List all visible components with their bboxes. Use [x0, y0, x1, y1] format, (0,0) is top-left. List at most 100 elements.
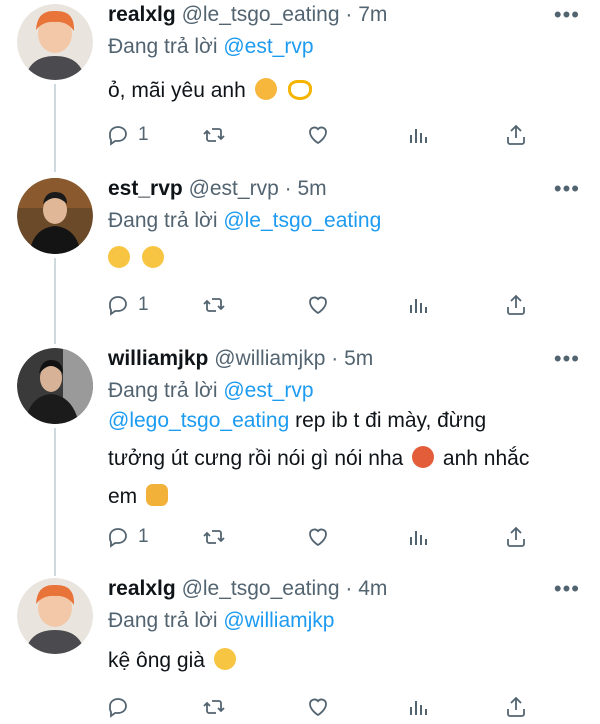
user-handle[interactable]: @williamjkp	[214, 347, 325, 370]
reply-prefix: Đang trả lời	[108, 209, 218, 232]
thread-line	[54, 428, 56, 576]
winking-face-emoji-icon	[141, 246, 164, 268]
like-button[interactable]	[306, 690, 330, 724]
retweet-button[interactable]	[202, 520, 226, 554]
timestamp[interactable]: 7m	[358, 3, 387, 26]
reply-prefix: Đang trả lời	[108, 379, 218, 402]
display-name[interactable]: williamjkp	[108, 347, 208, 370]
reply-prefix: Đang trả lời	[108, 609, 218, 632]
timestamp[interactable]: 5m	[344, 347, 373, 370]
avatar[interactable]	[17, 4, 93, 80]
tweet-header: est_rvp @est_rvp · 5m	[108, 176, 327, 202]
reply-button[interactable]: 1	[106, 118, 149, 152]
like-icon	[309, 126, 327, 145]
retweet-button[interactable]	[202, 118, 226, 152]
reply-mention[interactable]: @williamjkp	[223, 609, 334, 632]
tweet-header: realxlg @le_tsgo_eating · 7m	[108, 2, 387, 28]
separator: ·	[284, 177, 292, 200]
user-handle[interactable]: @est_rvp	[189, 177, 279, 200]
share-button[interactable]	[504, 288, 528, 322]
thread-line	[54, 258, 56, 344]
heart-hands-emoji-icon	[288, 80, 313, 100]
reply-icon	[109, 296, 127, 316]
more-icon[interactable]: •••	[554, 2, 580, 28]
reply-mention[interactable]: @est_rvp	[223, 379, 313, 402]
reply-button[interactable]	[106, 690, 130, 724]
share-button[interactable]	[504, 118, 528, 152]
tweet-2[interactable]: est_rvp @est_rvp · 5m ••• Đang trả lời @…	[0, 174, 600, 344]
like-button[interactable]	[306, 118, 330, 152]
cat-face-emoji-icon	[254, 78, 277, 100]
like-button[interactable]	[306, 288, 330, 322]
views-icon	[410, 701, 427, 715]
tweet-text: ỏ, mãi yêu anh	[108, 72, 578, 110]
action-bar: 1	[106, 288, 536, 322]
reply-mention[interactable]: @est_rvp	[223, 35, 313, 58]
more-icon[interactable]: •••	[554, 576, 580, 602]
views-icon	[410, 129, 427, 143]
like-button[interactable]	[306, 520, 330, 554]
timestamp[interactable]: 4m	[358, 577, 387, 600]
reply-icon	[109, 528, 127, 548]
views-button[interactable]	[406, 288, 430, 322]
reply-prefix: Đang trả lời	[108, 35, 218, 58]
retweet-icon	[203, 530, 225, 544]
views-icon	[410, 299, 427, 313]
reply-icon	[109, 698, 127, 718]
tweet-1[interactable]: realxlg @le_tsgo_eating · 7m ••• Đang tr…	[0, 0, 600, 172]
display-name[interactable]: est_rvp	[108, 177, 183, 200]
share-button[interactable]	[504, 520, 528, 554]
action-bar: 1	[106, 520, 536, 554]
replying-to: Đang trả lời @le_tsgo_eating	[108, 208, 381, 234]
display-name[interactable]: realxlg	[108, 3, 176, 26]
reply-mention[interactable]: @le_tsgo_eating	[223, 209, 381, 232]
user-handle[interactable]: @le_tsgo_eating	[182, 577, 340, 600]
replying-to: Đang trả lời @est_rvp	[108, 378, 314, 404]
views-button[interactable]	[406, 690, 430, 724]
views-button[interactable]	[406, 520, 430, 554]
retweet-icon	[203, 128, 225, 142]
tweet-text-content: tưởng út cưng rồi nói gì nói nha	[108, 447, 404, 470]
smirking-face-emoji-icon	[213, 648, 236, 670]
angry-face-emoji-icon	[412, 446, 435, 468]
tweet-text-line-1: @lego_tsgo_eating rep ib t đi mày, đừng	[108, 402, 578, 440]
views-button[interactable]	[406, 118, 430, 152]
reply-count: 1	[138, 124, 149, 145]
timestamp[interactable]: 5m	[297, 177, 326, 200]
like-icon	[309, 528, 327, 547]
retweet-icon	[203, 298, 225, 312]
tweet-4[interactable]: realxlg @le_tsgo_eating · 4m ••• Đang tr…	[0, 574, 600, 724]
views-icon	[410, 531, 427, 545]
tweet-text: @lego_tsgo_eating rep ib t đi mày, đừng …	[108, 402, 578, 516]
display-name[interactable]: realxlg	[108, 577, 176, 600]
tweet-3[interactable]: williamjkp @williamjkp · 5m ••• Đang trả…	[0, 344, 600, 576]
share-icon	[507, 294, 525, 315]
reply-count: 1	[138, 526, 149, 547]
retweet-icon	[203, 700, 225, 714]
tweet-header: williamjkp @williamjkp · 5m	[108, 346, 373, 372]
reply-count: 1	[138, 294, 149, 315]
retweet-button[interactable]	[202, 690, 226, 724]
action-bar	[106, 690, 536, 724]
avatar[interactable]	[17, 348, 93, 424]
user-handle[interactable]: @le_tsgo_eating	[182, 3, 340, 26]
avatar[interactable]	[17, 178, 93, 254]
share-button[interactable]	[504, 690, 528, 724]
share-icon	[507, 696, 525, 717]
replying-to: Đang trả lời @est_rvp	[108, 34, 314, 60]
tweet-mention[interactable]: @lego_tsgo_eating	[108, 409, 289, 432]
like-icon	[309, 698, 327, 717]
tweet-text-line-3: em	[108, 478, 578, 516]
tweet-text-line-2: tưởng út cưng rồi nói gì nói nha anh nhắ…	[108, 440, 578, 478]
reply-button[interactable]: 1	[106, 288, 149, 322]
retweet-button[interactable]	[202, 288, 226, 322]
tweet-text-content: kệ ông già	[108, 649, 205, 672]
avatar[interactable]	[17, 578, 93, 654]
tweet-text-content: rep ib t đi mày, đừng	[289, 409, 487, 432]
tweet-text	[108, 240, 578, 278]
reply-button[interactable]: 1	[106, 520, 149, 554]
action-bar: 1	[106, 118, 536, 152]
replying-to: Đang trả lời @williamjkp	[108, 608, 335, 634]
more-icon[interactable]: •••	[554, 346, 580, 372]
more-icon[interactable]: •••	[554, 176, 580, 202]
